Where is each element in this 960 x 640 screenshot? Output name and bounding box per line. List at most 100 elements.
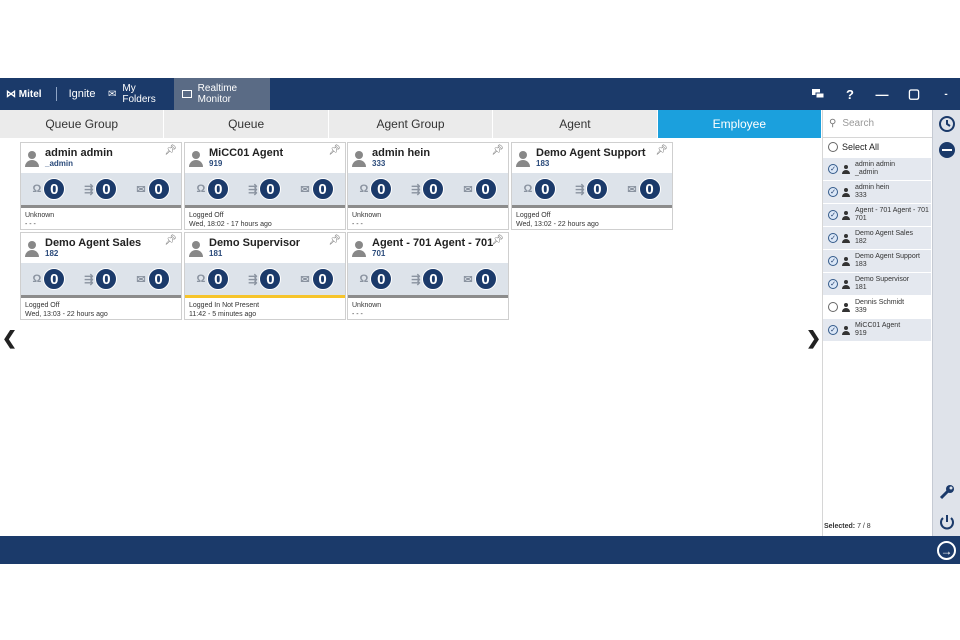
pin-icon[interactable]: 📌︎ xyxy=(655,145,668,156)
product-name: Ignite xyxy=(68,88,96,100)
employee-list-item[interactable]: ✓ admin admin _admin xyxy=(823,158,931,181)
employee-card[interactable]: Demo Agent Sales 182 📌︎ Ω 0 ⇶ 0 ✉ 0 Logg… xyxy=(20,232,182,320)
realtime-monitor-label: Realtime Monitor xyxy=(197,83,238,105)
employee-list-item[interactable]: ✓ Demo Agent Support 183 xyxy=(823,250,931,273)
employee-checkbox[interactable]: ✓ xyxy=(828,233,838,243)
pin-icon[interactable]: 📌︎ xyxy=(164,145,177,156)
employee-card[interactable]: admin hein 333 📌︎ Ω 0 ⇶ 0 ✉ 0 Unknown - … xyxy=(347,142,509,230)
employee-checkbox[interactable]: ✓ xyxy=(828,187,838,197)
bottom-bar: → xyxy=(0,536,960,564)
person-icon xyxy=(842,210,850,220)
employee-card[interactable]: admin admin _admin 📌︎ Ω 0 ⇶ 0 ✉ 0 Unknow… xyxy=(20,142,182,230)
tab-agent[interactable]: Agent xyxy=(493,110,658,138)
calls-stat: Ω 0 xyxy=(359,178,393,200)
employee-card[interactable]: MiCC01 Agent 919 📌︎ Ω 0 ⇶ 0 ✉ 0 Logged O… xyxy=(184,142,346,230)
category-tabs: Queue Group Queue Agent Group Agent Empl… xyxy=(0,110,823,138)
extra-window-button[interactable]: - xyxy=(930,78,960,110)
transfers-stat: ⇶ 0 xyxy=(411,178,445,200)
employee-card[interactable]: Demo Agent Support 183 📌︎ Ω 0 ⇶ 0 ✉ 0 Lo… xyxy=(511,142,673,230)
chat-icon[interactable] xyxy=(802,78,834,110)
employee-checkbox[interactable]: ✓ xyxy=(828,325,838,335)
agent-status: Unknown xyxy=(25,212,55,219)
selected-count-label: Selected: xyxy=(824,523,856,530)
my-folders-button[interactable]: ✉ My Folders xyxy=(100,78,174,110)
status-time: - - - xyxy=(25,221,36,228)
employee-checkbox[interactable] xyxy=(828,302,838,312)
employee-extension: 183 xyxy=(536,159,550,168)
card-stats: Ω 0 ⇶ 0 ✉ 0 xyxy=(21,173,181,205)
employee-checkbox[interactable]: ✓ xyxy=(828,210,838,220)
calls-stat: Ω 0 xyxy=(32,178,66,200)
maximize-button[interactable]: ▢ xyxy=(898,78,930,110)
previous-page-arrow[interactable]: ❮ xyxy=(2,328,17,349)
status-time: - - - xyxy=(352,311,363,318)
select-all-checkbox[interactable] xyxy=(828,142,838,152)
headset-icon: Ω xyxy=(359,183,369,195)
employee-list-extension: 333 xyxy=(855,192,867,199)
pin-icon[interactable]: 📌︎ xyxy=(328,145,341,156)
employee-extension: 181 xyxy=(209,249,223,258)
employee-list-item[interactable]: ✓ Demo Agent Sales 182 xyxy=(823,227,931,250)
pin-icon[interactable]: 📌︎ xyxy=(491,235,504,246)
employee-list-name: Dennis Schmidt xyxy=(855,299,905,306)
pin-icon[interactable]: 📌︎ xyxy=(328,235,341,246)
headset-icon: Ω xyxy=(196,183,206,195)
employee-selection-panel: ⚲ Search Select All ✓ admin admin _admin… xyxy=(822,110,932,552)
employee-checkbox[interactable]: ✓ xyxy=(828,279,838,289)
headset-icon: Ω xyxy=(359,273,369,285)
person-icon xyxy=(842,325,850,335)
employee-list-extension: 919 xyxy=(855,330,867,337)
employee-list-name: Demo Supervisor xyxy=(855,276,910,283)
employee-card[interactable]: Agent - 701 Agent - 701 701 📌︎ Ω 0 ⇶ 0 ✉… xyxy=(347,232,509,320)
calls-stat: Ω 0 xyxy=(196,178,230,200)
remove-icon[interactable] xyxy=(937,140,957,160)
card-footer: Unknown - - - xyxy=(348,298,508,319)
select-all-option[interactable]: Select All xyxy=(823,138,932,156)
person-icon xyxy=(842,187,850,197)
tab-agent-group[interactable]: Agent Group xyxy=(328,110,494,138)
email-count: 0 xyxy=(474,178,497,200)
employee-name: admin hein xyxy=(372,147,431,159)
tab-queue[interactable]: Queue xyxy=(164,110,329,138)
headset-icon: Ω xyxy=(523,183,533,195)
pin-icon[interactable]: 📌︎ xyxy=(164,235,177,246)
realtime-monitor-button[interactable]: Realtime Monitor xyxy=(174,78,270,110)
search-input[interactable]: Search xyxy=(842,118,874,129)
transfers-count: 0 xyxy=(586,178,609,200)
email-count: 0 xyxy=(147,178,170,200)
brand: ⋈ Mitel Ignite xyxy=(6,78,95,110)
employee-list-item[interactable]: ✓ Demo Supervisor 181 xyxy=(823,273,931,296)
search-box[interactable]: ⚲ Search xyxy=(823,110,932,138)
calls-stat: Ω 0 xyxy=(196,268,230,290)
brand-divider xyxy=(55,87,57,101)
history-icon[interactable] xyxy=(937,114,957,134)
tab-employee[interactable]: Employee xyxy=(657,110,823,138)
employee-list-name: Demo Agent Support xyxy=(855,253,920,260)
pin-icon[interactable]: 📌︎ xyxy=(491,145,504,156)
employee-list-item[interactable]: ✓ MiCC01 Agent 919 xyxy=(823,319,931,342)
envelope-icon: ✉ xyxy=(300,273,310,286)
employee-list-item[interactable]: ✓ Agent - 701 Agent - 701 701 xyxy=(823,204,931,227)
employee-card[interactable]: Demo Supervisor 181 📌︎ Ω 0 ⇶ 0 ✉ 0 Logge… xyxy=(184,232,346,320)
selected-count-value: 7 / 8 xyxy=(857,523,871,530)
help-button[interactable]: ? xyxy=(834,78,866,110)
employee-list-item[interactable]: Dennis Schmidt 339 xyxy=(823,296,931,319)
employee-checkbox[interactable]: ✓ xyxy=(828,256,838,266)
arrow-right-icon[interactable]: → xyxy=(937,541,956,560)
next-page-arrow[interactable]: ❯ xyxy=(806,328,821,349)
agent-status: Unknown xyxy=(352,212,382,219)
transfers-stat: ⇶ 0 xyxy=(84,268,118,290)
card-header: Demo Agent Sales 182 📌︎ xyxy=(21,233,181,263)
power-icon[interactable] xyxy=(937,512,957,532)
minimize-button[interactable]: — xyxy=(866,78,898,110)
tab-queue-group[interactable]: Queue Group xyxy=(0,110,165,138)
transfers-stat: ⇶ 0 xyxy=(248,268,282,290)
employee-checkbox[interactable]: ✓ xyxy=(828,164,838,174)
agent-status: Logged In Not Present xyxy=(189,302,260,309)
routing-icon: ⇶ xyxy=(575,183,585,196)
card-footer: Logged In Not Present 11:42 - 5 minutes … xyxy=(185,298,345,319)
employee-list-item[interactable]: ✓ admin hein 333 xyxy=(823,181,931,204)
person-icon xyxy=(189,151,203,167)
transfers-stat: ⇶ 0 xyxy=(575,178,609,200)
wrench-icon[interactable] xyxy=(937,482,957,502)
